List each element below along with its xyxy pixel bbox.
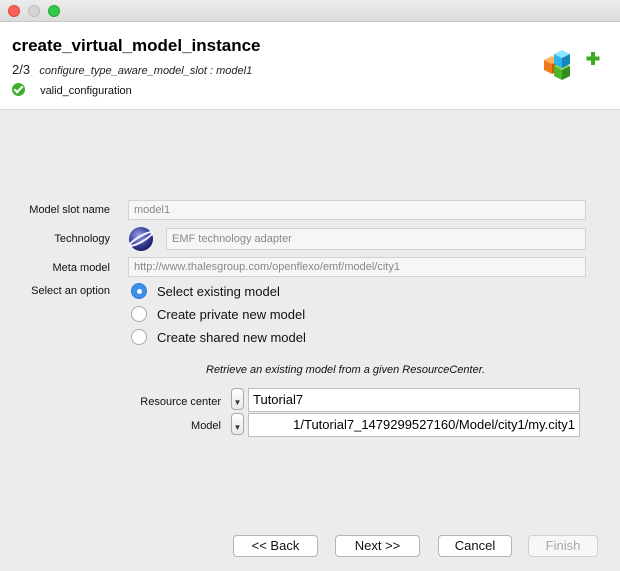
resource-center-dropdown-button[interactable]: ▼ xyxy=(231,388,244,410)
close-window-button[interactable] xyxy=(8,5,20,17)
option-hint: Retrieve an existing model from a given … xyxy=(206,364,486,376)
radio-button-selected[interactable] xyxy=(131,283,147,299)
model-dropdown-button[interactable]: ▼ xyxy=(231,413,244,435)
meta-model-label: Meta model xyxy=(52,262,110,274)
select-option-label: Select an option xyxy=(31,285,110,297)
radio-label: Create private new model xyxy=(157,307,306,322)
model-label: Model xyxy=(191,420,221,432)
radio-button[interactable] xyxy=(131,306,147,322)
window-titlebar xyxy=(0,0,620,22)
radio-create-shared-new-model[interactable]: Create shared new model xyxy=(131,329,306,345)
validation-status: valid_configuration xyxy=(12,83,132,97)
step-indicator: 2/3 configure_type_aware_model_slot : mo… xyxy=(12,62,252,77)
check-icon xyxy=(12,83,25,96)
back-button[interactable]: << Back xyxy=(233,535,318,557)
model-field[interactable]: 1/Tutorial7_1479299527160/Model/city1/my… xyxy=(248,413,580,437)
radio-button[interactable] xyxy=(131,329,147,345)
model-slot-name-label: Model slot name xyxy=(29,204,110,216)
radio-label: Select existing model xyxy=(157,284,280,299)
model-path-text: 1/Tutorial7_1479299527160/Model/city1/my… xyxy=(293,417,575,432)
wizard-header: create_virtual_model_instance 2/3 config… xyxy=(0,22,620,110)
resource-center-label: Resource center xyxy=(140,396,221,408)
radio-create-private-new-model[interactable]: Create private new model xyxy=(131,306,305,322)
eclipse-icon xyxy=(128,227,154,251)
next-button[interactable]: Next >> xyxy=(335,535,420,557)
status-text: valid_configuration xyxy=(40,85,132,97)
finish-button[interactable]: Finish xyxy=(528,535,598,557)
technology-label: Technology xyxy=(54,233,110,245)
zoom-window-button[interactable] xyxy=(48,5,60,17)
technology-field[interactable]: EMF technology adapter xyxy=(166,228,586,250)
cancel-button[interactable]: Cancel xyxy=(438,535,512,557)
step-description: configure_type_aware_model_slot : model1 xyxy=(39,65,253,77)
model-slot-name-field[interactable]: model1 xyxy=(128,200,586,220)
wizard-title: create_virtual_model_instance xyxy=(12,36,261,55)
step-number: 2/3 xyxy=(12,62,31,77)
meta-model-field[interactable]: http://www.thalesgroup.com/openflexo/emf… xyxy=(128,257,586,277)
cubes-add-icon xyxy=(544,50,600,80)
resource-center-field[interactable]: Tutorial7 xyxy=(248,388,580,412)
minimize-window-button[interactable] xyxy=(28,5,40,17)
radio-label: Create shared new model xyxy=(157,330,306,345)
radio-select-existing-model[interactable]: Select existing model xyxy=(131,283,280,299)
